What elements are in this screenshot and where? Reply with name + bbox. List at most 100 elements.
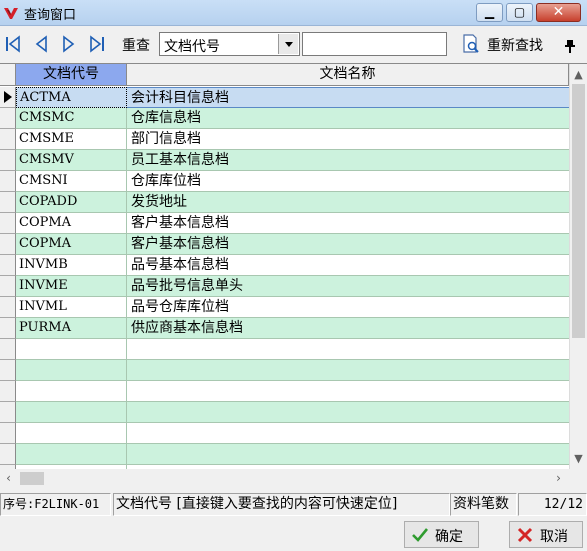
- row-indicator[interactable]: [0, 381, 16, 402]
- cell-name[interactable]: [127, 339, 569, 360]
- cell-code[interactable]: [16, 402, 127, 423]
- row-indicator[interactable]: [0, 108, 16, 129]
- table-row[interactable]: ACTMA 会计科目信息档: [0, 87, 569, 108]
- confirm-button[interactable]: 确定: [404, 521, 479, 548]
- row-indicator[interactable]: [0, 402, 16, 423]
- column-header-code[interactable]: 文档代号: [16, 64, 127, 86]
- cell-name[interactable]: 仓库库位档: [127, 171, 569, 192]
- maximize-button[interactable]: ▢: [506, 3, 533, 22]
- row-indicator[interactable]: [0, 318, 16, 339]
- vertical-scrollbar[interactable]: ▲ ▼: [569, 64, 587, 469]
- cell-code[interactable]: [16, 381, 127, 402]
- status-count-value: 12/12: [518, 493, 587, 516]
- horizontal-scroll-thumb[interactable]: [20, 472, 44, 485]
- horizontal-scrollbar[interactable]: ‹ ›: [0, 469, 569, 488]
- table-row[interactable]: INVML 品号仓库库位档: [0, 297, 569, 318]
- cell-code[interactable]: [16, 444, 127, 465]
- cell-code[interactable]: CMSME: [16, 129, 127, 150]
- row-indicator[interactable]: [0, 192, 16, 213]
- cell-code[interactable]: PURMA: [16, 318, 127, 339]
- empty-table-row[interactable]: [0, 381, 569, 402]
- table-row[interactable]: INVMB 品号基本信息档: [0, 255, 569, 276]
- row-indicator[interactable]: [0, 276, 16, 297]
- first-record-button[interactable]: [4, 34, 22, 54]
- row-indicator[interactable]: [0, 339, 16, 360]
- cell-name[interactable]: 品号基本信息档: [127, 255, 569, 276]
- cell-name[interactable]: 品号批号信息单头: [127, 276, 569, 297]
- row-indicator[interactable]: [0, 255, 16, 276]
- table-row[interactable]: CMSNI 仓库库位档: [0, 171, 569, 192]
- cell-code[interactable]: COPMA: [16, 234, 127, 255]
- table-row[interactable]: CMSMV 员工基本信息档: [0, 150, 569, 171]
- row-indicator[interactable]: [0, 423, 16, 444]
- cell-code[interactable]: [16, 339, 127, 360]
- cell-name[interactable]: [127, 423, 569, 444]
- row-indicator[interactable]: [0, 297, 16, 318]
- row-indicator[interactable]: [0, 213, 16, 234]
- row-indicator[interactable]: [0, 234, 16, 255]
- last-record-button[interactable]: [88, 34, 106, 54]
- row-indicator[interactable]: [0, 171, 16, 192]
- empty-table-row[interactable]: [0, 444, 569, 465]
- pin-icon[interactable]: [565, 39, 575, 53]
- scroll-left-icon[interactable]: ‹: [0, 469, 17, 488]
- cell-code[interactable]: CMSMV: [16, 150, 127, 171]
- next-record-icon: [63, 35, 75, 53]
- reset-query-button[interactable]: 重查: [122, 35, 150, 55]
- cell-name[interactable]: 客户基本信息档: [127, 213, 569, 234]
- cell-code[interactable]: CMSMC: [16, 108, 127, 129]
- scroll-right-icon[interactable]: ›: [550, 469, 567, 488]
- row-indicator[interactable]: [0, 129, 16, 150]
- row-indicator[interactable]: [0, 87, 16, 108]
- table-row[interactable]: CMSMC 仓库信息档: [0, 108, 569, 129]
- dropdown-arrow[interactable]: [278, 34, 298, 54]
- cell-name[interactable]: [127, 402, 569, 423]
- cell-name[interactable]: 员工基本信息档: [127, 150, 569, 171]
- row-indicator[interactable]: [0, 150, 16, 171]
- row-indicator[interactable]: [0, 360, 16, 381]
- cell-code[interactable]: [16, 423, 127, 444]
- cell-name[interactable]: 供应商基本信息档: [127, 318, 569, 339]
- field-select[interactable]: 文档代号: [159, 32, 300, 56]
- empty-table-row[interactable]: [0, 423, 569, 444]
- cell-code[interactable]: COPADD: [16, 192, 127, 213]
- scroll-down-icon[interactable]: ▼: [570, 450, 587, 467]
- cell-code[interactable]: [16, 360, 127, 381]
- cell-code[interactable]: CMSNI: [16, 171, 127, 192]
- cell-code[interactable]: INVML: [16, 297, 127, 318]
- cell-name[interactable]: 仓库信息档: [127, 108, 569, 129]
- cell-code[interactable]: INVME: [16, 276, 127, 297]
- cell-code[interactable]: COPMA: [16, 213, 127, 234]
- cell-name[interactable]: [127, 381, 569, 402]
- empty-table-row[interactable]: [0, 402, 569, 423]
- table-row[interactable]: COPMA 客户基本信息档: [0, 234, 569, 255]
- table-row[interactable]: COPMA 客户基本信息档: [0, 213, 569, 234]
- table-row[interactable]: INVME 品号批号信息单头: [0, 276, 569, 297]
- cell-name[interactable]: [127, 360, 569, 381]
- cancel-button[interactable]: 取消: [509, 521, 583, 548]
- minimize-button[interactable]: ▁: [476, 3, 503, 22]
- cell-name[interactable]: 会计科目信息档: [127, 87, 569, 108]
- table-row[interactable]: PURMA 供应商基本信息档: [0, 318, 569, 339]
- search-input[interactable]: [302, 32, 447, 56]
- cell-code[interactable]: INVMB: [16, 255, 127, 276]
- empty-table-row[interactable]: [0, 360, 569, 381]
- refind-button[interactable]: 重新查找: [459, 32, 559, 56]
- cell-name[interactable]: 客户基本信息档: [127, 234, 569, 255]
- document-search-icon: [463, 34, 479, 53]
- previous-record-button[interactable]: [32, 34, 50, 54]
- cell-name[interactable]: 发货地址: [127, 192, 569, 213]
- cell-name[interactable]: 部门信息档: [127, 129, 569, 150]
- cell-name[interactable]: 品号仓库库位档: [127, 297, 569, 318]
- next-record-button[interactable]: [60, 34, 78, 54]
- column-header-name[interactable]: 文档名称: [127, 64, 569, 86]
- close-button[interactable]: ✕: [536, 3, 581, 22]
- cell-name[interactable]: [127, 444, 569, 465]
- empty-table-row[interactable]: [0, 339, 569, 360]
- vertical-scroll-thumb[interactable]: [572, 84, 585, 338]
- scroll-up-icon[interactable]: ▲: [570, 66, 587, 83]
- row-indicator[interactable]: [0, 444, 16, 465]
- table-row[interactable]: COPADD 发货地址: [0, 192, 569, 213]
- cell-code[interactable]: ACTMA: [16, 87, 127, 108]
- table-row[interactable]: CMSME 部门信息档: [0, 129, 569, 150]
